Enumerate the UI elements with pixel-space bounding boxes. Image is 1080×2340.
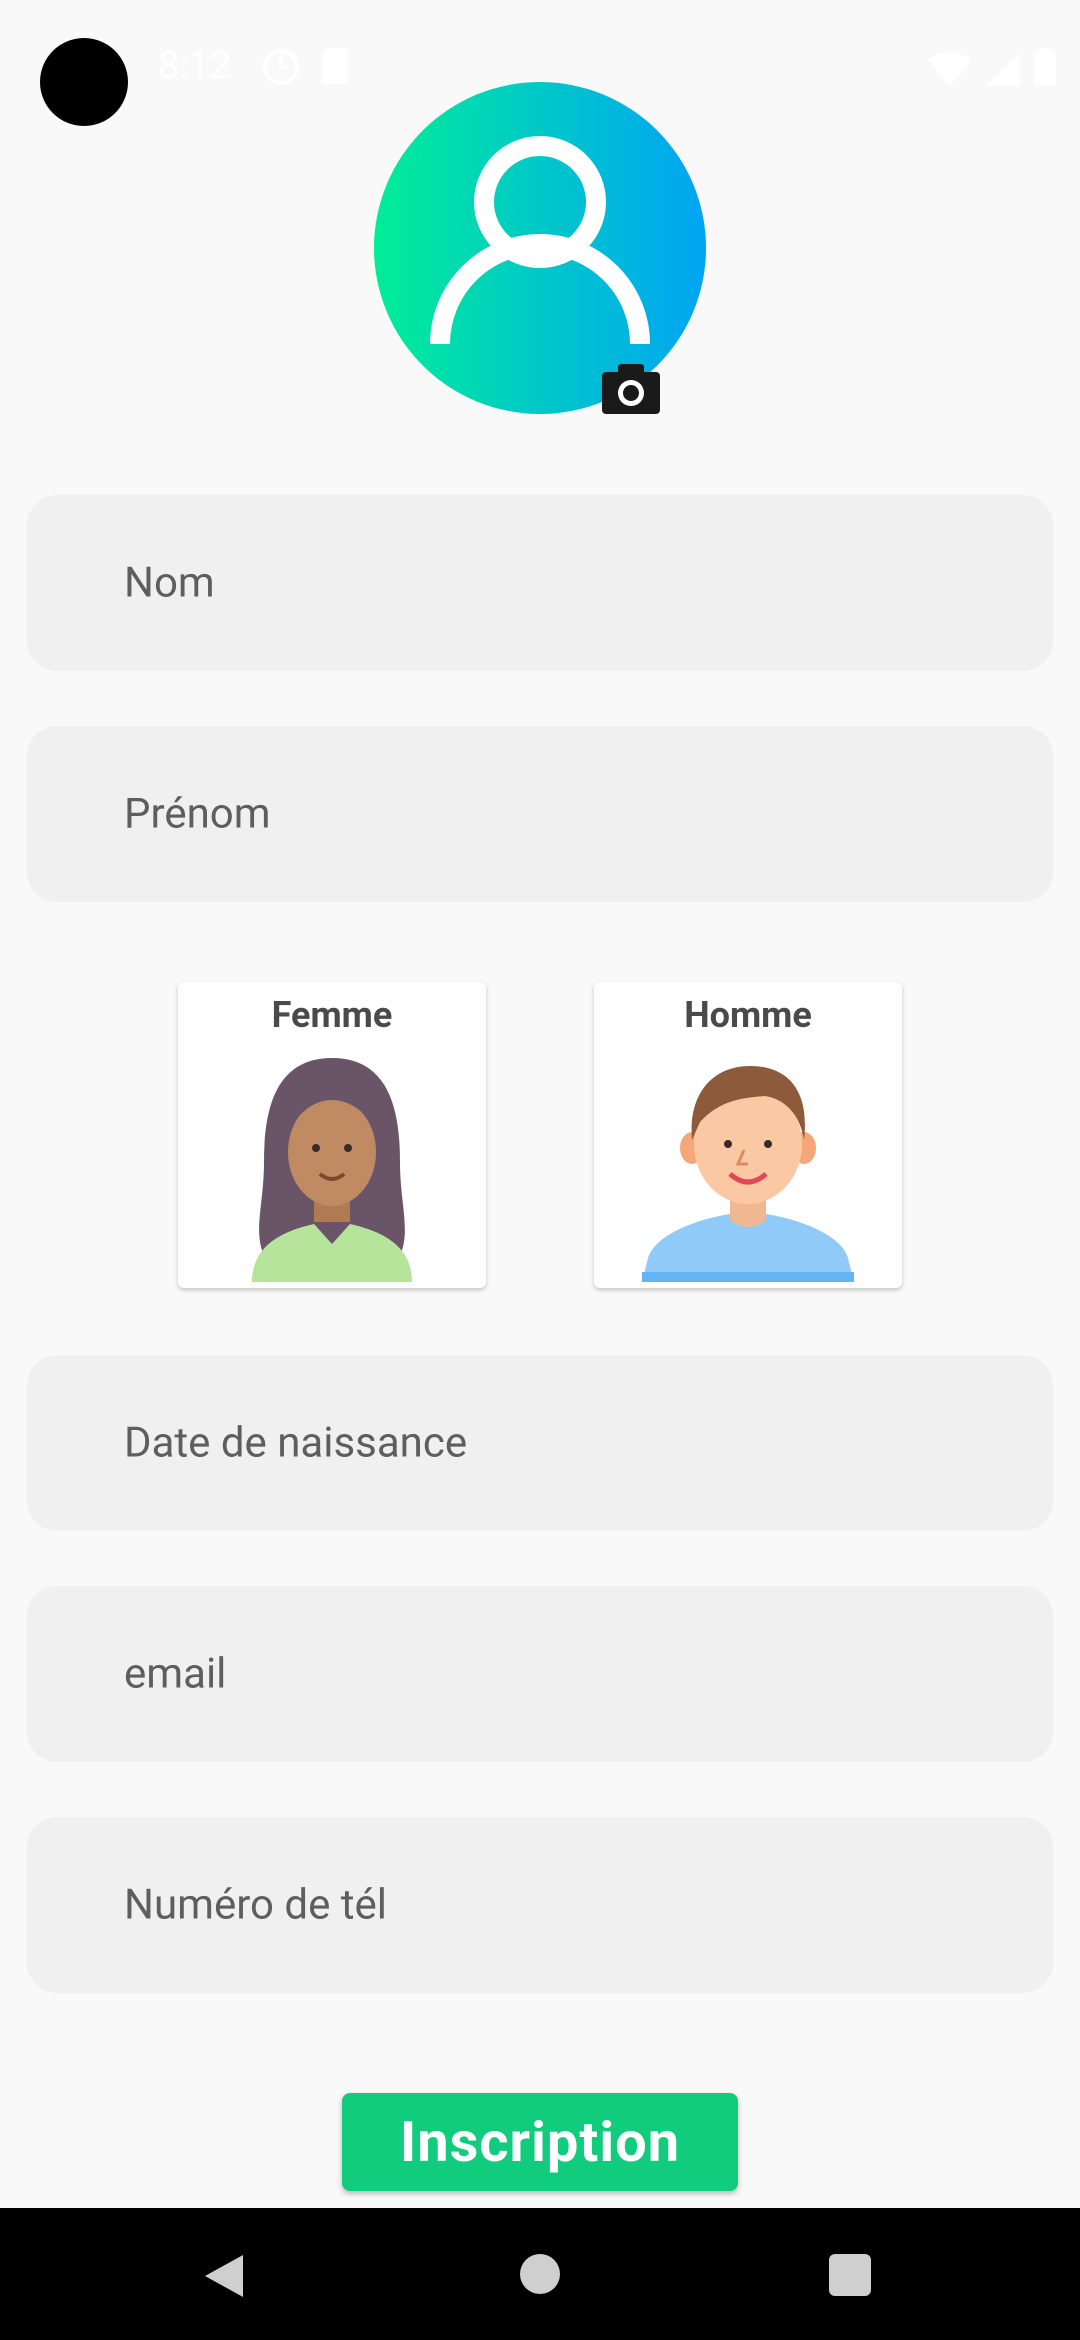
nom-label: Nom — [124, 558, 215, 608]
status-time: 8:12 — [158, 44, 232, 88]
recents-icon[interactable] — [829, 2254, 871, 2296]
date-naissance-label: Date de naissance — [124, 1418, 468, 1468]
male-avatar-icon — [642, 1066, 854, 1282]
gender-female-label: Femme — [271, 994, 393, 1036]
status-right-icons — [928, 48, 1056, 86]
date-naissance-field[interactable]: Date de naissance — [27, 1355, 1053, 1531]
female-avatar-icon — [252, 1058, 412, 1282]
home-icon[interactable] — [520, 2254, 560, 2294]
gender-female-card[interactable]: Femme — [178, 982, 486, 1288]
camera-cutout — [40, 38, 128, 126]
prenom-field[interactable]: Prénom — [27, 726, 1053, 902]
phone-label: Numéro de tél — [124, 1880, 388, 1930]
sync-icon — [263, 49, 299, 85]
email-label: email — [124, 1649, 227, 1699]
battery-icon — [1034, 48, 1056, 86]
back-icon[interactable] — [203, 2253, 245, 2299]
status-left-icons — [262, 48, 350, 86]
signal-icon — [986, 52, 1020, 86]
system-nav-bar — [0, 2208, 1080, 2340]
wifi-icon — [928, 52, 972, 86]
sd-card-icon — [322, 48, 348, 84]
email-field[interactable]: email — [27, 1586, 1053, 1762]
phone-field[interactable]: Numéro de tél — [27, 1817, 1053, 1993]
gender-male-card[interactable]: Homme — [594, 982, 902, 1288]
nom-field[interactable]: Nom — [27, 495, 1053, 671]
prenom-label: Prénom — [124, 789, 271, 839]
inscription-button[interactable]: Inscription — [342, 2093, 738, 2191]
camera-icon[interactable] — [602, 364, 660, 414]
gender-male-label: Homme — [684, 994, 812, 1036]
